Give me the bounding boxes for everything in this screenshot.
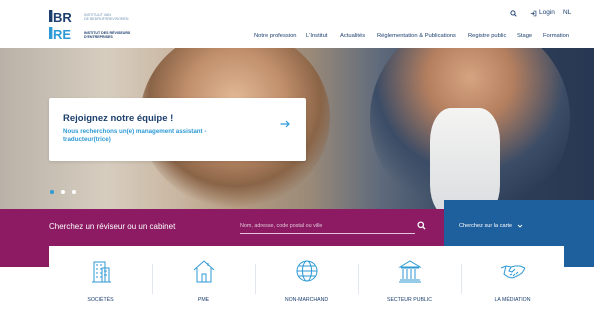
category-pme[interactable]: PME — [152, 246, 255, 316]
nav-item-notre-profession[interactable]: Notre profession — [254, 33, 297, 39]
logo-text-fr-2: d'Entreprises — [84, 35, 113, 39]
category-societes[interactable]: Sociétés — [49, 246, 152, 316]
hero-card-subtitle: Nous recherchons un(e) management assist… — [63, 128, 207, 143]
category-strip: Sociétés PME Non-marchand — [49, 246, 564, 316]
login-link[interactable]: Login — [539, 9, 555, 16]
language-switch-nl[interactable]: NL — [563, 9, 571, 16]
nav-item-formation[interactable]: Formation — [543, 33, 569, 39]
house-icon — [193, 260, 215, 283]
svg-text:RE: RE — [53, 27, 71, 42]
search-input[interactable] — [240, 218, 415, 234]
slide-dot-1[interactable] — [50, 190, 54, 194]
map-search-link[interactable]: Cherchez sur la carte — [459, 223, 512, 229]
category-label: Secteur public — [387, 297, 432, 303]
nav-item-institut[interactable]: L'Institut — [306, 33, 327, 39]
search-icon[interactable] — [510, 10, 517, 17]
nav-item-registre-public[interactable]: Registre public — [468, 33, 506, 39]
search-submit-icon[interactable] — [417, 221, 426, 230]
category-non-marchand[interactable]: Non-marchand — [255, 246, 358, 316]
hero-photo-shirt — [430, 108, 500, 209]
category-label: Non-marchand — [284, 297, 329, 303]
category-label: PME — [197, 297, 210, 303]
nav-item-actualites[interactable]: Actualités — [340, 33, 365, 39]
search-title: Cherchez un réviseur ou un cabinet — [49, 222, 176, 231]
chevron-down-icon[interactable] — [517, 223, 523, 229]
ibr-ire-logo-mark: BR RE — [49, 10, 72, 42]
slide-dot-2[interactable] — [61, 190, 65, 194]
nav-item-stage[interactable]: Stage — [517, 33, 532, 39]
site-header: BR RE Instituut van de Bedrijfsrevisoren… — [0, 0, 594, 48]
svg-text:BR: BR — [53, 10, 72, 25]
category-label: Sociétés — [87, 297, 114, 303]
hero-card[interactable]: Rejoignez notre équipe ! Nous recherchon… — [49, 98, 306, 161]
nav-item-reglementation[interactable]: Réglementation & Publications — [377, 33, 456, 39]
hero-card-title: Rejoignez notre équipe ! — [63, 113, 174, 124]
category-label: La médiation — [494, 297, 531, 303]
login-icon — [530, 10, 537, 17]
government-building-icon — [398, 260, 422, 283]
arrow-right-icon[interactable] — [280, 120, 290, 128]
ibr-ire-logo[interactable]: BR RE Instituut van de Bedrijfsrevisoren… — [48, 8, 148, 42]
logo-text-nl-2: de Bedrijfsrevisoren — [84, 17, 129, 21]
category-secteur-public[interactable]: Secteur public — [358, 246, 461, 316]
slide-dot-3[interactable] — [72, 190, 76, 194]
category-mediation[interactable]: La médiation — [461, 246, 564, 316]
globe-icon — [296, 260, 318, 282]
handshake-icon — [500, 265, 526, 279]
office-building-icon — [92, 261, 111, 283]
